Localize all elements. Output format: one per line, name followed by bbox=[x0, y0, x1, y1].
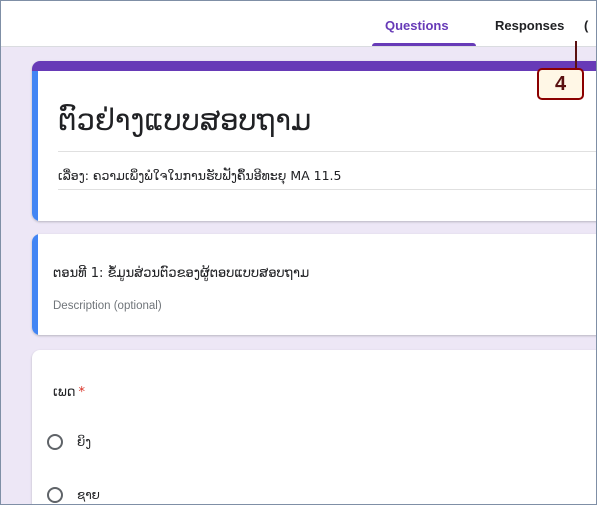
divider bbox=[58, 151, 596, 152]
option-label: ຍິງ bbox=[77, 435, 92, 449]
title-card-accent-bar bbox=[32, 61, 596, 71]
active-tab-indicator bbox=[372, 43, 476, 46]
focus-indicator bbox=[32, 71, 38, 221]
callout-pointer-line bbox=[575, 41, 577, 68]
tab-responses-count: ( bbox=[584, 18, 589, 33]
question-text: ເພດ bbox=[53, 385, 76, 400]
form-title[interactable]: ຕົວຢ່າງແບບສອບຖາມ bbox=[58, 103, 311, 137]
question-label[interactable]: ເພດ * bbox=[53, 385, 85, 400]
radio-option[interactable]: ຍິງ bbox=[47, 431, 91, 453]
radio-option[interactable]: ຊາຍ bbox=[47, 484, 100, 504]
required-asterisk: * bbox=[78, 385, 86, 400]
top-bar: Questions Responses ( bbox=[1, 1, 596, 47]
google-forms-editor: Questions Responses ( ຕົວຢ່າງແບບສອບຖາມ ເ… bbox=[0, 0, 597, 505]
tab-responses[interactable]: Responses bbox=[495, 18, 564, 33]
option-label: ຊາຍ bbox=[77, 488, 100, 502]
tab-questions[interactable]: Questions bbox=[385, 18, 449, 33]
section-header-card[interactable]: ຕອນທີ 1: ຂໍ້ມູນສ່ວນຕົວຂອງຜູ້ຕອບແບບສອບຖາມ… bbox=[32, 234, 596, 335]
radio-button-icon[interactable] bbox=[47, 487, 63, 503]
focus-indicator bbox=[32, 234, 38, 335]
form-title-card[interactable]: ຕົວຢ່າງແບບສອບຖາມ ເລື່ອງ: ຄວາມເພິ່ງພໍໃຈໃນ… bbox=[32, 61, 596, 221]
question-card[interactable]: ເພດ * ຍິງ ຊາຍ bbox=[32, 350, 596, 504]
divider bbox=[58, 189, 596, 190]
form-canvas: ຕົວຢ່າງແບບສອບຖາມ ເລື່ອງ: ຄວາມເພິ່ງພໍໃຈໃນ… bbox=[1, 47, 596, 504]
radio-button-icon[interactable] bbox=[47, 434, 63, 450]
section-description-field[interactable]: Description (optional) bbox=[53, 300, 162, 312]
section-title[interactable]: ຕອນທີ 1: ຂໍ້ມູນສ່ວນຕົວຂອງຜູ້ຕອບແບບສອບຖາມ bbox=[53, 266, 309, 281]
form-description[interactable]: ເລື່ອງ: ຄວາມເພິ່ງພໍໃຈໃນການຮັບຟັງຄຶ້ນອີທະ… bbox=[58, 168, 341, 183]
callout-number-badge: 4 bbox=[537, 68, 584, 100]
